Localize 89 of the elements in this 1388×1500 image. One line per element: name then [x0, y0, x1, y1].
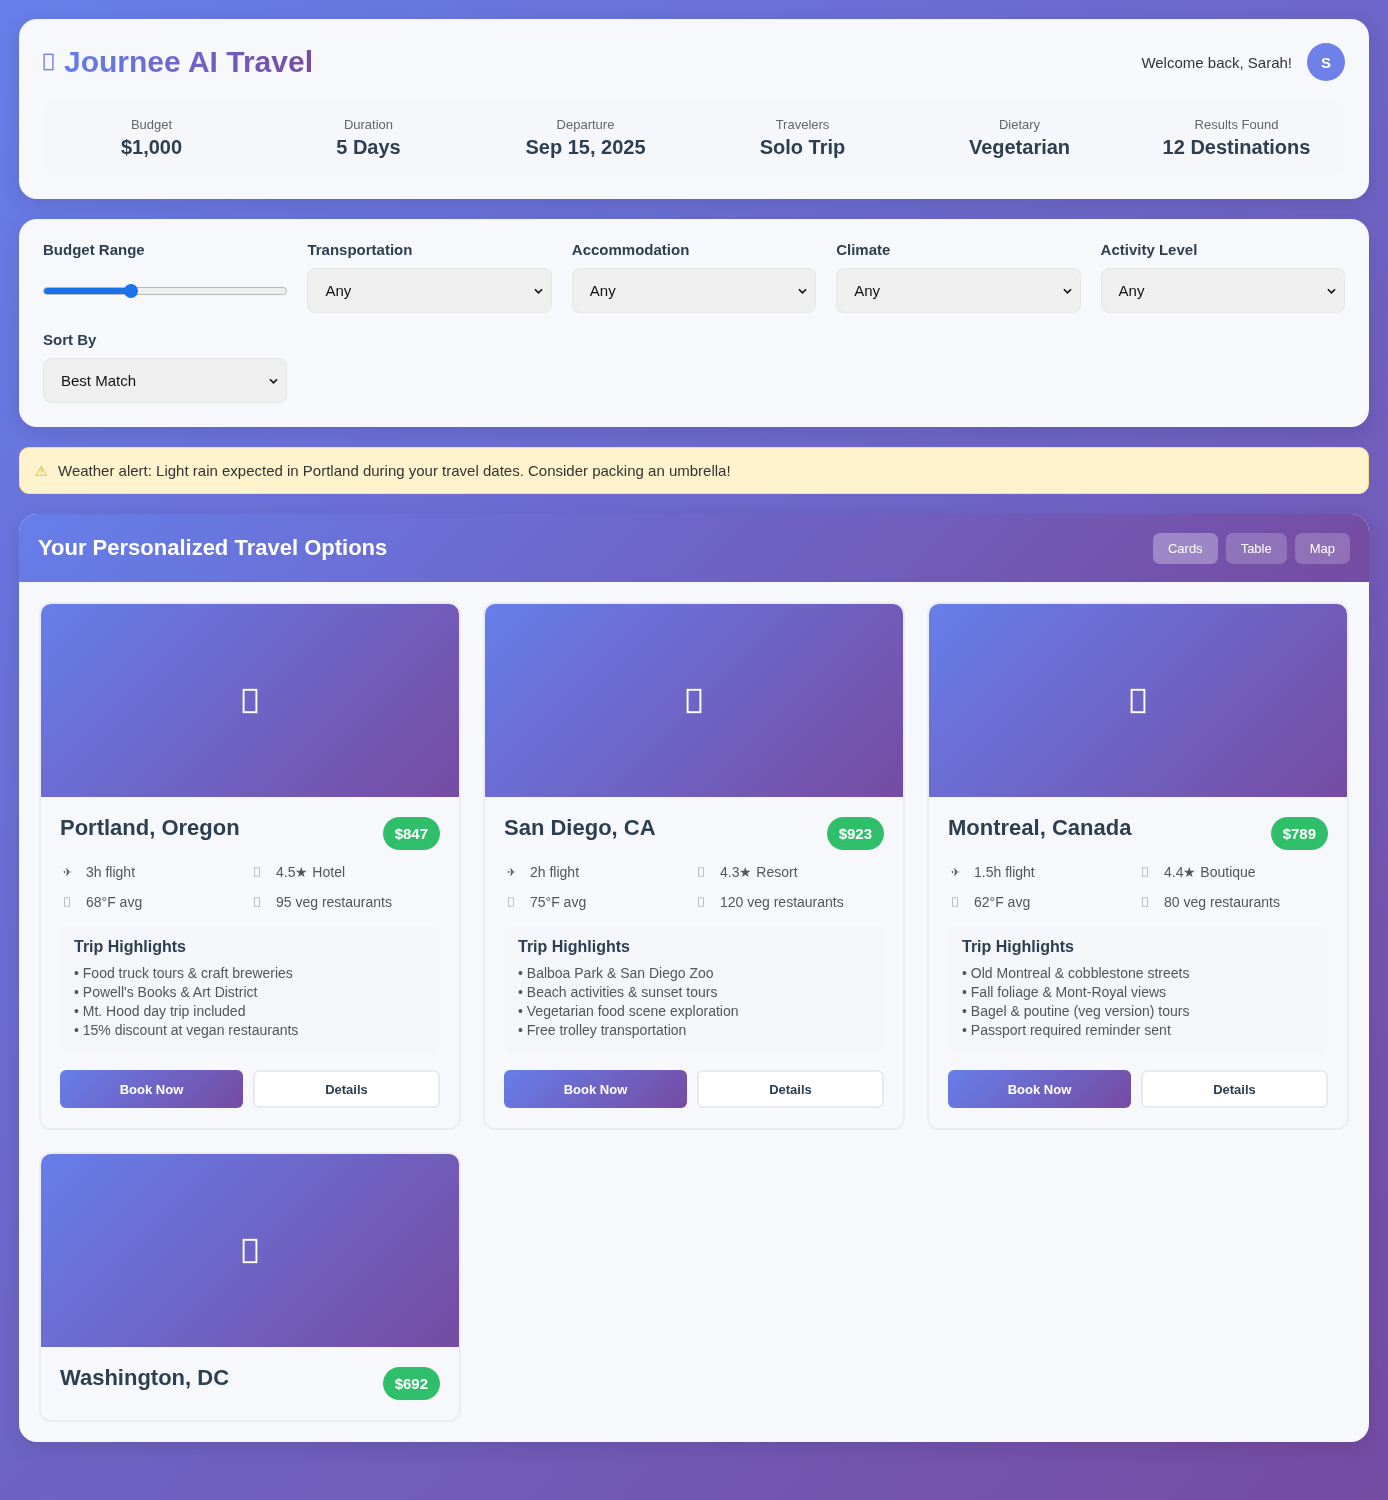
missing-glyph-icon: [698, 897, 704, 907]
summary-label: Results Found: [1193, 117, 1280, 132]
fact-text: 3h flight: [86, 864, 136, 880]
user-avatar[interactable]: S: [1307, 43, 1345, 81]
chevron-down-icon: [269, 377, 279, 384]
filter-label: Climate: [836, 241, 892, 258]
filter-label: Budget Range: [43, 241, 146, 258]
welcome-text: Welcome back, Sarah!: [1141, 53, 1292, 71]
summary-value: Solo Trip: [758, 136, 847, 159]
plane-icon: ✈: [504, 865, 518, 879]
warning-icon: ⚠: [35, 462, 48, 479]
filter-label: Activity Level: [1100, 241, 1199, 258]
missing-glyph-icon: [1142, 897, 1148, 907]
view-toggle-button[interactable]: Map: [1294, 532, 1350, 564]
fact-text: 80 veg restaurants: [1164, 894, 1280, 910]
dropdown[interactable]: Best Match: [43, 358, 288, 403]
budget-slider[interactable]: [43, 286, 288, 295]
plane-icon: ✈: [948, 865, 962, 879]
summary-value: Sep 15, 2025: [524, 136, 647, 159]
fact-text: 4.3★ Resort: [720, 864, 798, 880]
highlight-item: • Balboa Park & San Diego Zoo: [518, 964, 715, 983]
missing-glyph-icon: [254, 867, 260, 877]
missing-glyph-icon: [254, 897, 260, 907]
highlight-item: • Bagel & poutine (veg version) tours: [962, 1002, 1191, 1021]
destination-name: Washington, DC: [60, 1365, 230, 1391]
dropdown[interactable]: Any: [571, 268, 817, 313]
fact-text: 75°F avg: [530, 894, 587, 910]
highlight-item: • Passport required reminder sent: [962, 1021, 1172, 1040]
summary-value: 12 Destinations: [1161, 136, 1312, 159]
alert-text: Weather alert: Light rain expected in Portland during your travel dates. Consider packing an umbrella!: [58, 462, 731, 479]
destination-name: San Diego, CA: [504, 815, 656, 841]
summary-value: Vegetarian: [967, 136, 1072, 159]
chevron-down-icon: [798, 287, 808, 294]
fact-text: 4.4★ Boutique: [1164, 864, 1256, 880]
highlight-item: • Fall foliage & Mont-Royal views: [962, 983, 1168, 1002]
dropdown[interactable]: Any: [836, 268, 1081, 313]
fact-text: 95 veg restaurants: [276, 894, 392, 910]
missing-glyph-icon: [952, 897, 958, 907]
chevron-down-icon: [533, 287, 543, 294]
summary-label: Travelers: [774, 117, 831, 132]
price-badge: $923: [826, 817, 884, 850]
missing-glyph-icon: [64, 897, 70, 907]
price-badge: $789: [1270, 817, 1328, 850]
highlight-item: • Powell's Books & Art District: [74, 983, 259, 1002]
highlight-item: • Free trolley transportation: [518, 1021, 688, 1040]
price-badge: $847: [382, 817, 440, 850]
missing-glyph-icon: [698, 867, 704, 877]
summary-label: Dietary: [997, 117, 1042, 132]
filter-label: Transportation: [307, 241, 414, 258]
destination-name: Portland, Oregon: [60, 815, 240, 841]
highlights-title: Trip Highlights: [74, 938, 187, 956]
dropdown[interactable]: Any: [1100, 268, 1345, 313]
highlight-item: • Vegetarian food scene exploration: [518, 1002, 740, 1021]
book-button[interactable]: Book Now: [504, 1070, 687, 1108]
fact-text: 62°F avg: [974, 894, 1031, 910]
highlights-title: Trip Highlights: [518, 938, 631, 956]
summary-value: 5 Days: [335, 136, 402, 159]
highlights-title: Trip Highlights: [962, 938, 1075, 956]
details-button[interactable]: Details: [253, 1070, 440, 1108]
summary-label: Budget: [129, 117, 174, 132]
fact-text: 1.5h flight: [974, 864, 1035, 880]
summary-label: Departure: [555, 117, 616, 132]
price-badge: $692: [382, 1367, 440, 1400]
fact-text: 120 veg restaurants: [720, 894, 844, 910]
highlight-item: • Beach activities & sunset tours: [518, 983, 719, 1002]
details-button[interactable]: Details: [1141, 1070, 1328, 1108]
fact-text: 4.5★ Hotel: [276, 864, 346, 880]
missing-glyph-icon: [1142, 867, 1148, 877]
book-button[interactable]: Book Now: [948, 1070, 1131, 1108]
destination-name: Montreal, Canada: [948, 815, 1132, 841]
summary-label: Duration: [342, 117, 395, 132]
highlight-item: • Mt. Hood day trip included: [74, 1002, 247, 1021]
chevron-down-icon: [1327, 287, 1336, 294]
missing-glyph-icon: [508, 897, 514, 907]
fact-text: 68°F avg: [86, 894, 143, 910]
section-title: Your Personalized Travel Options: [38, 535, 388, 561]
highlight-item: • Food truck tours & craft breweries: [74, 964, 294, 983]
filter-label: Accommodation: [571, 241, 691, 258]
book-button[interactable]: Book Now: [60, 1070, 243, 1108]
plane-icon: ✈: [60, 865, 74, 879]
view-toggle-button[interactable]: Table: [1225, 532, 1287, 564]
dropdown[interactable]: Any: [307, 268, 552, 313]
highlight-item: • Old Montreal & cobblestone streets: [962, 964, 1191, 983]
chevron-down-icon: [1062, 287, 1072, 294]
fact-text: 2h flight: [530, 864, 580, 880]
details-button[interactable]: Details: [697, 1070, 884, 1108]
highlight-item: • 15% discount at vegan restaurants: [74, 1021, 300, 1040]
summary-value: $1,000: [119, 136, 184, 159]
filter-label: Sort By: [43, 331, 98, 348]
